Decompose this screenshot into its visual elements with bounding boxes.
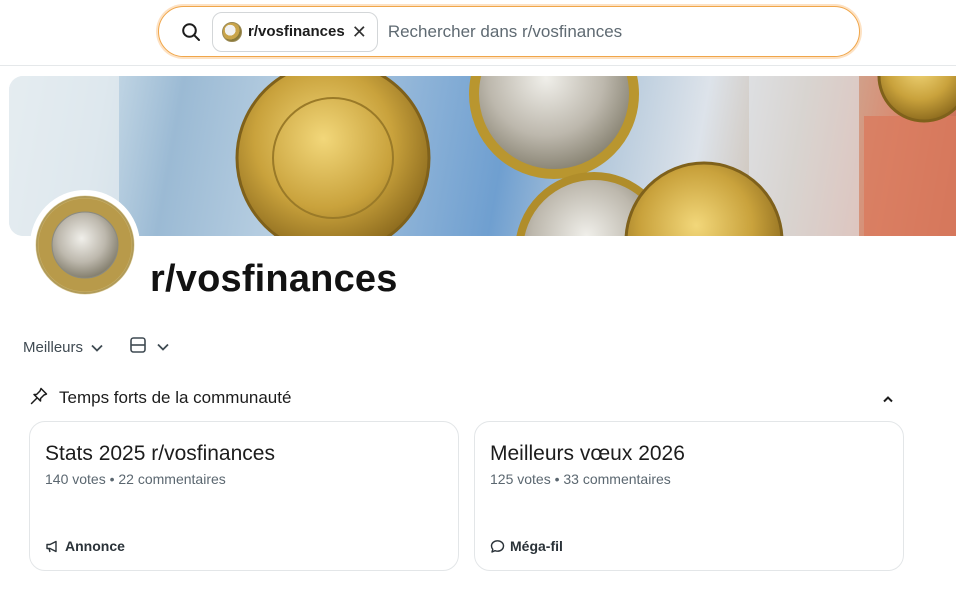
highlight-card-tag-label: Méga-fil bbox=[510, 538, 563, 554]
euro-coin-icon bbox=[35, 195, 135, 295]
chevron-up-icon[interactable] bbox=[882, 390, 894, 408]
highlight-card[interactable]: Stats 2025 r/vosfinances 140 votes • 22 … bbox=[29, 421, 459, 571]
highlights-title: Temps forts de la communauté bbox=[59, 388, 292, 407]
feed-controls: Meilleurs bbox=[23, 335, 169, 359]
chevron-down-icon bbox=[157, 338, 169, 356]
community-title: r/vosfinances bbox=[150, 258, 398, 300]
community-banner bbox=[9, 76, 956, 236]
chevron-down-icon bbox=[91, 339, 103, 356]
highlight-card-title: Meilleurs vœux 2026 bbox=[490, 442, 685, 465]
sort-dropdown[interactable]: Meilleurs bbox=[23, 339, 103, 356]
top-bar: r/vosfinances ✕ Rechercher dans r/vosfin… bbox=[0, 0, 956, 66]
banner-coins-image bbox=[9, 76, 956, 236]
megaphone-icon bbox=[46, 540, 57, 552]
highlight-card-tag-label: Annonce bbox=[65, 538, 125, 554]
close-icon[interactable]: ✕ bbox=[352, 23, 367, 41]
community-chip-avatar bbox=[222, 21, 242, 42]
highlight-card-tag: Annonce bbox=[45, 538, 125, 554]
community-highlights-header[interactable]: Temps forts de la communauté bbox=[30, 386, 900, 410]
search-icon[interactable] bbox=[180, 21, 202, 43]
sort-label: Meilleurs bbox=[23, 338, 84, 356]
highlight-card-meta: 140 votes • 22 commentaires bbox=[45, 471, 226, 487]
highlight-card-tag: Méga-fil bbox=[490, 538, 563, 554]
community-filter-chip[interactable]: r/vosfinances ✕ bbox=[212, 11, 378, 52]
highlight-card-meta: 125 votes • 33 commentaires bbox=[490, 471, 671, 487]
pin-icon bbox=[30, 387, 48, 410]
highlight-card[interactable]: Meilleurs vœux 2026 125 votes • 33 comme… bbox=[474, 421, 904, 571]
search-input[interactable]: Rechercher dans r/vosfinances bbox=[388, 22, 622, 42]
view-dropdown[interactable] bbox=[129, 336, 169, 359]
search-bar[interactable]: r/vosfinances ✕ Rechercher dans r/vosfin… bbox=[158, 6, 860, 57]
speech-bubble-icon bbox=[490, 539, 505, 553]
highlight-card-title: Stats 2025 r/vosfinances bbox=[45, 442, 275, 465]
community-chip-label: r/vosfinances bbox=[248, 23, 345, 40]
card-view-icon bbox=[129, 336, 147, 359]
community-avatar[interactable] bbox=[30, 190, 140, 300]
